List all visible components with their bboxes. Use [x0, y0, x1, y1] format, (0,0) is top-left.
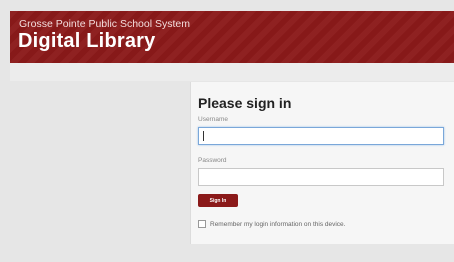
- header-banner: Grosse Pointe Public School System Digit…: [10, 11, 454, 63]
- text-cursor: [203, 131, 204, 141]
- content-top-strip: [10, 63, 454, 81]
- password-input[interactable]: [198, 168, 444, 186]
- remember-me-checkbox[interactable]: [198, 220, 206, 228]
- login-panel: Please sign in Username Password Sign In…: [190, 82, 454, 244]
- sign-in-button[interactable]: Sign In: [198, 194, 238, 207]
- username-label: Username: [198, 116, 228, 123]
- password-label: Password: [198, 157, 227, 164]
- app-title: Digital Library: [18, 30, 156, 52]
- remember-me-row[interactable]: Remember my login information on this de…: [198, 220, 345, 228]
- username-input[interactable]: [198, 127, 444, 145]
- organization-name: Grosse Pointe Public School System: [19, 18, 190, 30]
- remember-me-label: Remember my login information on this de…: [210, 220, 346, 228]
- sign-in-heading: Please sign in: [198, 95, 292, 111]
